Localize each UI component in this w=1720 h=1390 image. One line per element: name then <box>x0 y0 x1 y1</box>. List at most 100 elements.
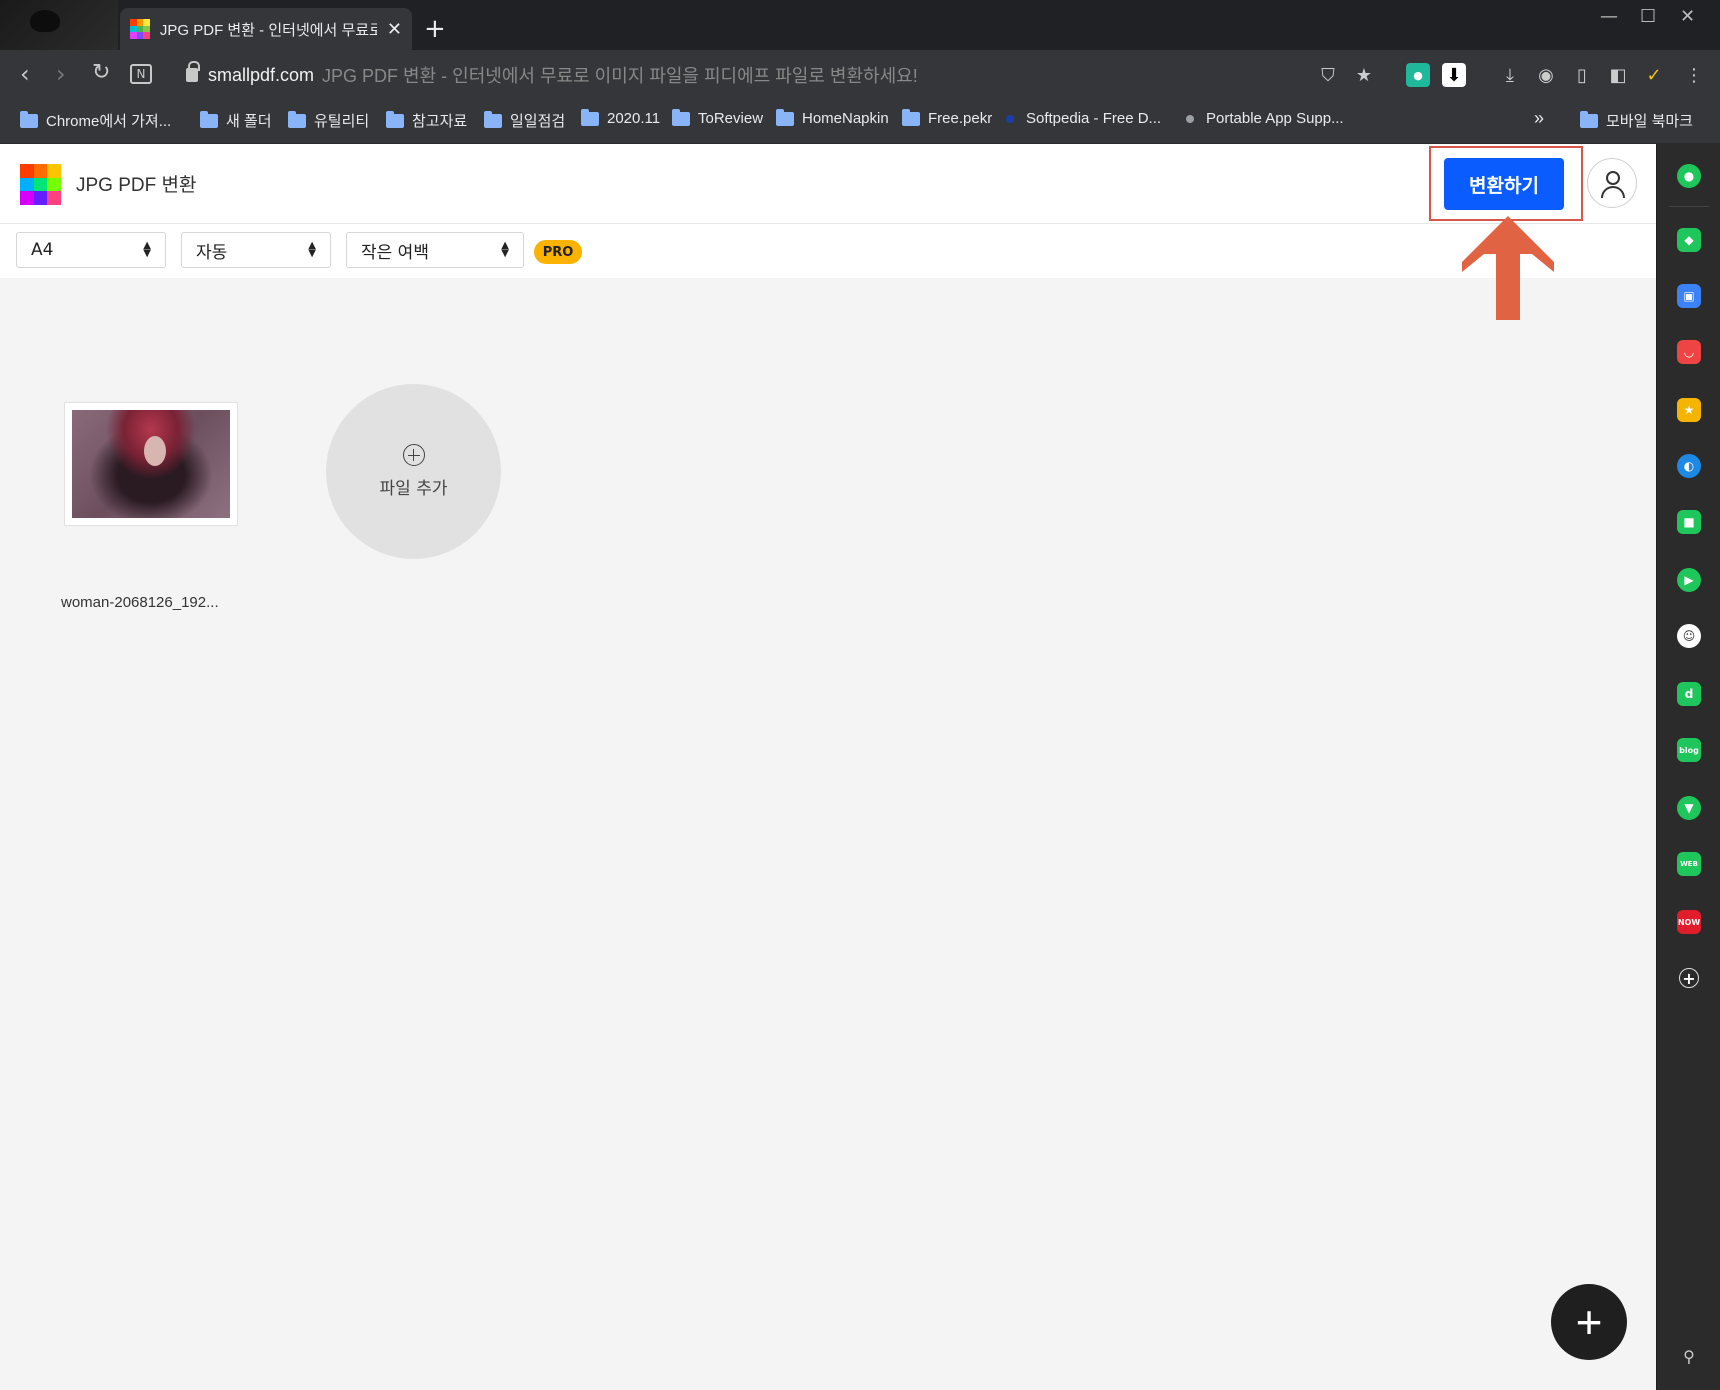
sidebar-bookmark-icon[interactable]: ▼ <box>1677 796 1701 820</box>
margin-value: 작은 여백 <box>361 242 429 263</box>
forward-icon[interactable]: › <box>56 60 66 88</box>
address-bar[interactable]: smallpdf.com JPG PDF 변환 - 인터넷에서 무료로 이미지 … <box>168 58 1288 92</box>
page-size-select[interactable]: A4 ▲ ▼ <box>16 232 166 268</box>
sidebar-star-icon[interactable]: ★ <box>1677 398 1701 422</box>
lock-icon <box>186 61 200 82</box>
checkmark-icon[interactable]: ✓ <box>1642 63 1666 87</box>
browser-toolbar: ‹ › ↻ N smallpdf.com JPG PDF 변환 - 인터넷에서 … <box>0 50 1720 100</box>
annotation-highlight-box <box>1429 146 1583 221</box>
browser-sidebar: ● ◆ ▣ ◡ ★ ◐ ■ ▶ ☺ d blog ▼ WEB NOW + ⚲ <box>1656 144 1720 1390</box>
smallpdf-logo-icon[interactable] <box>20 164 61 205</box>
bookmark-label: Softpedia - Free D... <box>1026 110 1162 127</box>
info-panel-icon[interactable]: ▯ <box>1570 63 1594 87</box>
camera-icon[interactable]: ◉ <box>1534 63 1558 87</box>
bookmark-folder[interactable]: Chrome에서 가져... <box>20 110 171 131</box>
folder-icon <box>672 108 690 126</box>
sidebar-browser-icon[interactable]: ◐ <box>1677 454 1701 478</box>
select-arrows-icon: ▲ ▼ <box>308 240 316 259</box>
sidebar-now-icon[interactable]: NOW <box>1677 910 1701 934</box>
sidebar-webtoon-icon[interactable]: WEB <box>1677 852 1701 876</box>
folder-icon <box>200 110 218 128</box>
side-panel-icon[interactable]: ◧ <box>1606 63 1630 87</box>
bookmark-folder[interactable]: 유틸리티 <box>288 110 369 131</box>
bookmark-folder[interactable]: ToReview <box>672 108 763 127</box>
extension-chat-icon[interactable]: ● <box>1406 63 1430 87</box>
back-icon[interactable]: ‹ <box>20 60 30 88</box>
bookmarks-overflow-button[interactable]: » <box>1534 108 1544 129</box>
new-tab-button[interactable]: + <box>424 14 446 44</box>
file-name: woman-2068126_192... <box>61 594 219 611</box>
image-face <box>144 436 166 466</box>
add-file-label: 파일 추가 <box>379 479 448 499</box>
tab-close-icon[interactable]: ✕ <box>387 19 402 40</box>
sidebar-pin-icon[interactable]: ⚲ <box>1677 1344 1701 1368</box>
folder-icon <box>484 110 502 128</box>
folder-icon <box>20 110 38 128</box>
bookmark-folder[interactable]: 일일점검 <box>484 110 565 131</box>
menu-kebab-icon[interactable]: ⋮ <box>1682 63 1706 87</box>
sidebar-briefcase-icon[interactable]: ▣ <box>1677 284 1701 308</box>
bookmark-folder[interactable]: Free.pekr <box>902 108 992 127</box>
bookmark-label: 유틸리티 <box>314 113 370 130</box>
bookmarks-bar: Chrome에서 가져... 새 폴더 유틸리티 참고자료 일일점검 2020.… <box>0 100 1720 144</box>
bookmark-folder[interactable]: 새 폴더 <box>200 110 272 131</box>
orientation-select[interactable]: 자동 ▲ ▼ <box>181 232 331 268</box>
user-profile-icon[interactable] <box>1587 158 1637 208</box>
browser-tab[interactable]: JPG PDF 변환 - 인터넷에서 무료로 ✕ <box>120 8 412 50</box>
bookmark-folder[interactable]: 2020.11 <box>581 108 661 127</box>
floating-add-button[interactable]: + <box>1551 1284 1627 1360</box>
bookmark-site[interactable]: Portable App Supp... <box>1186 110 1344 127</box>
bookmark-label: 2020.11 <box>607 110 661 127</box>
pro-badge: PRO <box>534 240 582 264</box>
maximize-button[interactable]: ☐ <box>1640 6 1656 27</box>
address-domain: smallpdf.com <box>208 64 315 85</box>
shield-icon[interactable]: ⛉ <box>1316 63 1340 87</box>
select-arrows-icon: ▲ ▼ <box>143 240 151 259</box>
sidebar-pocket-icon[interactable]: ◡ <box>1677 340 1701 364</box>
bookmark-label: HomeNapkin <box>802 110 889 127</box>
file-thumbnail[interactable] <box>64 402 238 526</box>
bookmark-label: 새 폴더 <box>226 113 272 130</box>
margin-select[interactable]: 작은 여백 ▲ ▼ <box>346 232 524 268</box>
star-icon[interactable]: ★ <box>1352 63 1376 87</box>
web-page: JPG PDF 변환 변환하기 A4 ▲ ▼ 자동 ▲ ▼ 작은 여백 ▲ ▼ PRO… <box>0 144 1656 1390</box>
sidebar-dictionary-icon[interactable]: d <box>1677 682 1701 706</box>
sidebar-add-icon[interactable]: + <box>1679 968 1699 988</box>
sidebar-blog-icon[interactable]: blog <box>1677 738 1701 762</box>
close-window-button[interactable]: ✕ <box>1680 6 1695 27</box>
minimize-button[interactable]: — <box>1600 6 1618 27</box>
reload-icon[interactable]: ↻ <box>92 60 110 85</box>
bookmark-label: 참고자료 <box>412 113 468 130</box>
download-icon[interactable]: ⤓ <box>1498 63 1522 87</box>
reader-mode-icon[interactable]: N <box>130 64 152 84</box>
sidebar-avatar-icon[interactable]: ☺ <box>1677 624 1701 648</box>
extension-download-icon[interactable]: ⬇ <box>1442 63 1466 87</box>
sidebar-whale-icon[interactable]: ● <box>1677 164 1701 188</box>
browser-titlebar: JPG PDF 변환 - 인터넷에서 무료로 ✕ + — ☐ ✕ <box>0 0 1720 50</box>
folder-icon <box>288 110 306 128</box>
select-arrows-icon: ▲ ▼ <box>501 240 509 259</box>
orientation-value: 자동 <box>196 242 228 263</box>
folder-icon <box>386 110 404 128</box>
sidebar-play-icon[interactable]: ▶ <box>1677 568 1701 592</box>
profile-theme-image <box>0 0 118 50</box>
folder-icon <box>1580 110 1598 128</box>
bookmark-folder[interactable]: 참고자료 <box>386 110 467 131</box>
options-bar: A4 ▲ ▼ 자동 ▲ ▼ 작은 여백 ▲ ▼ PRO <box>0 224 1656 278</box>
bookmark-label: Portable App Supp... <box>1206 110 1344 127</box>
bookmark-site[interactable]: Softpedia - Free D... <box>1006 110 1161 127</box>
folder-icon <box>776 108 794 126</box>
page-title: JPG PDF 변환 <box>76 175 197 196</box>
sidebar-divider <box>1669 206 1709 207</box>
address-page-title: JPG PDF 변환 - 인터넷에서 무료로 이미지 파일을 피디에프 파일로 … <box>322 66 918 86</box>
bookmark-label: 일일점검 <box>510 113 566 130</box>
page-size-value: A4 <box>31 240 54 260</box>
annotation-arrow-icon <box>1462 216 1554 320</box>
mobile-bookmarks-folder[interactable]: 모바일 북마크 <box>1580 110 1693 131</box>
sidebar-memo-icon[interactable]: ■ <box>1677 510 1701 534</box>
softpedia-icon <box>1006 114 1014 123</box>
add-file-button[interactable]: 파일 추가 <box>326 384 501 559</box>
tab-title: JPG PDF 변환 - 인터넷에서 무료로 <box>159 21 377 39</box>
sidebar-bell-icon[interactable]: ◆ <box>1677 228 1701 252</box>
bookmark-folder[interactable]: HomeNapkin <box>776 108 889 127</box>
